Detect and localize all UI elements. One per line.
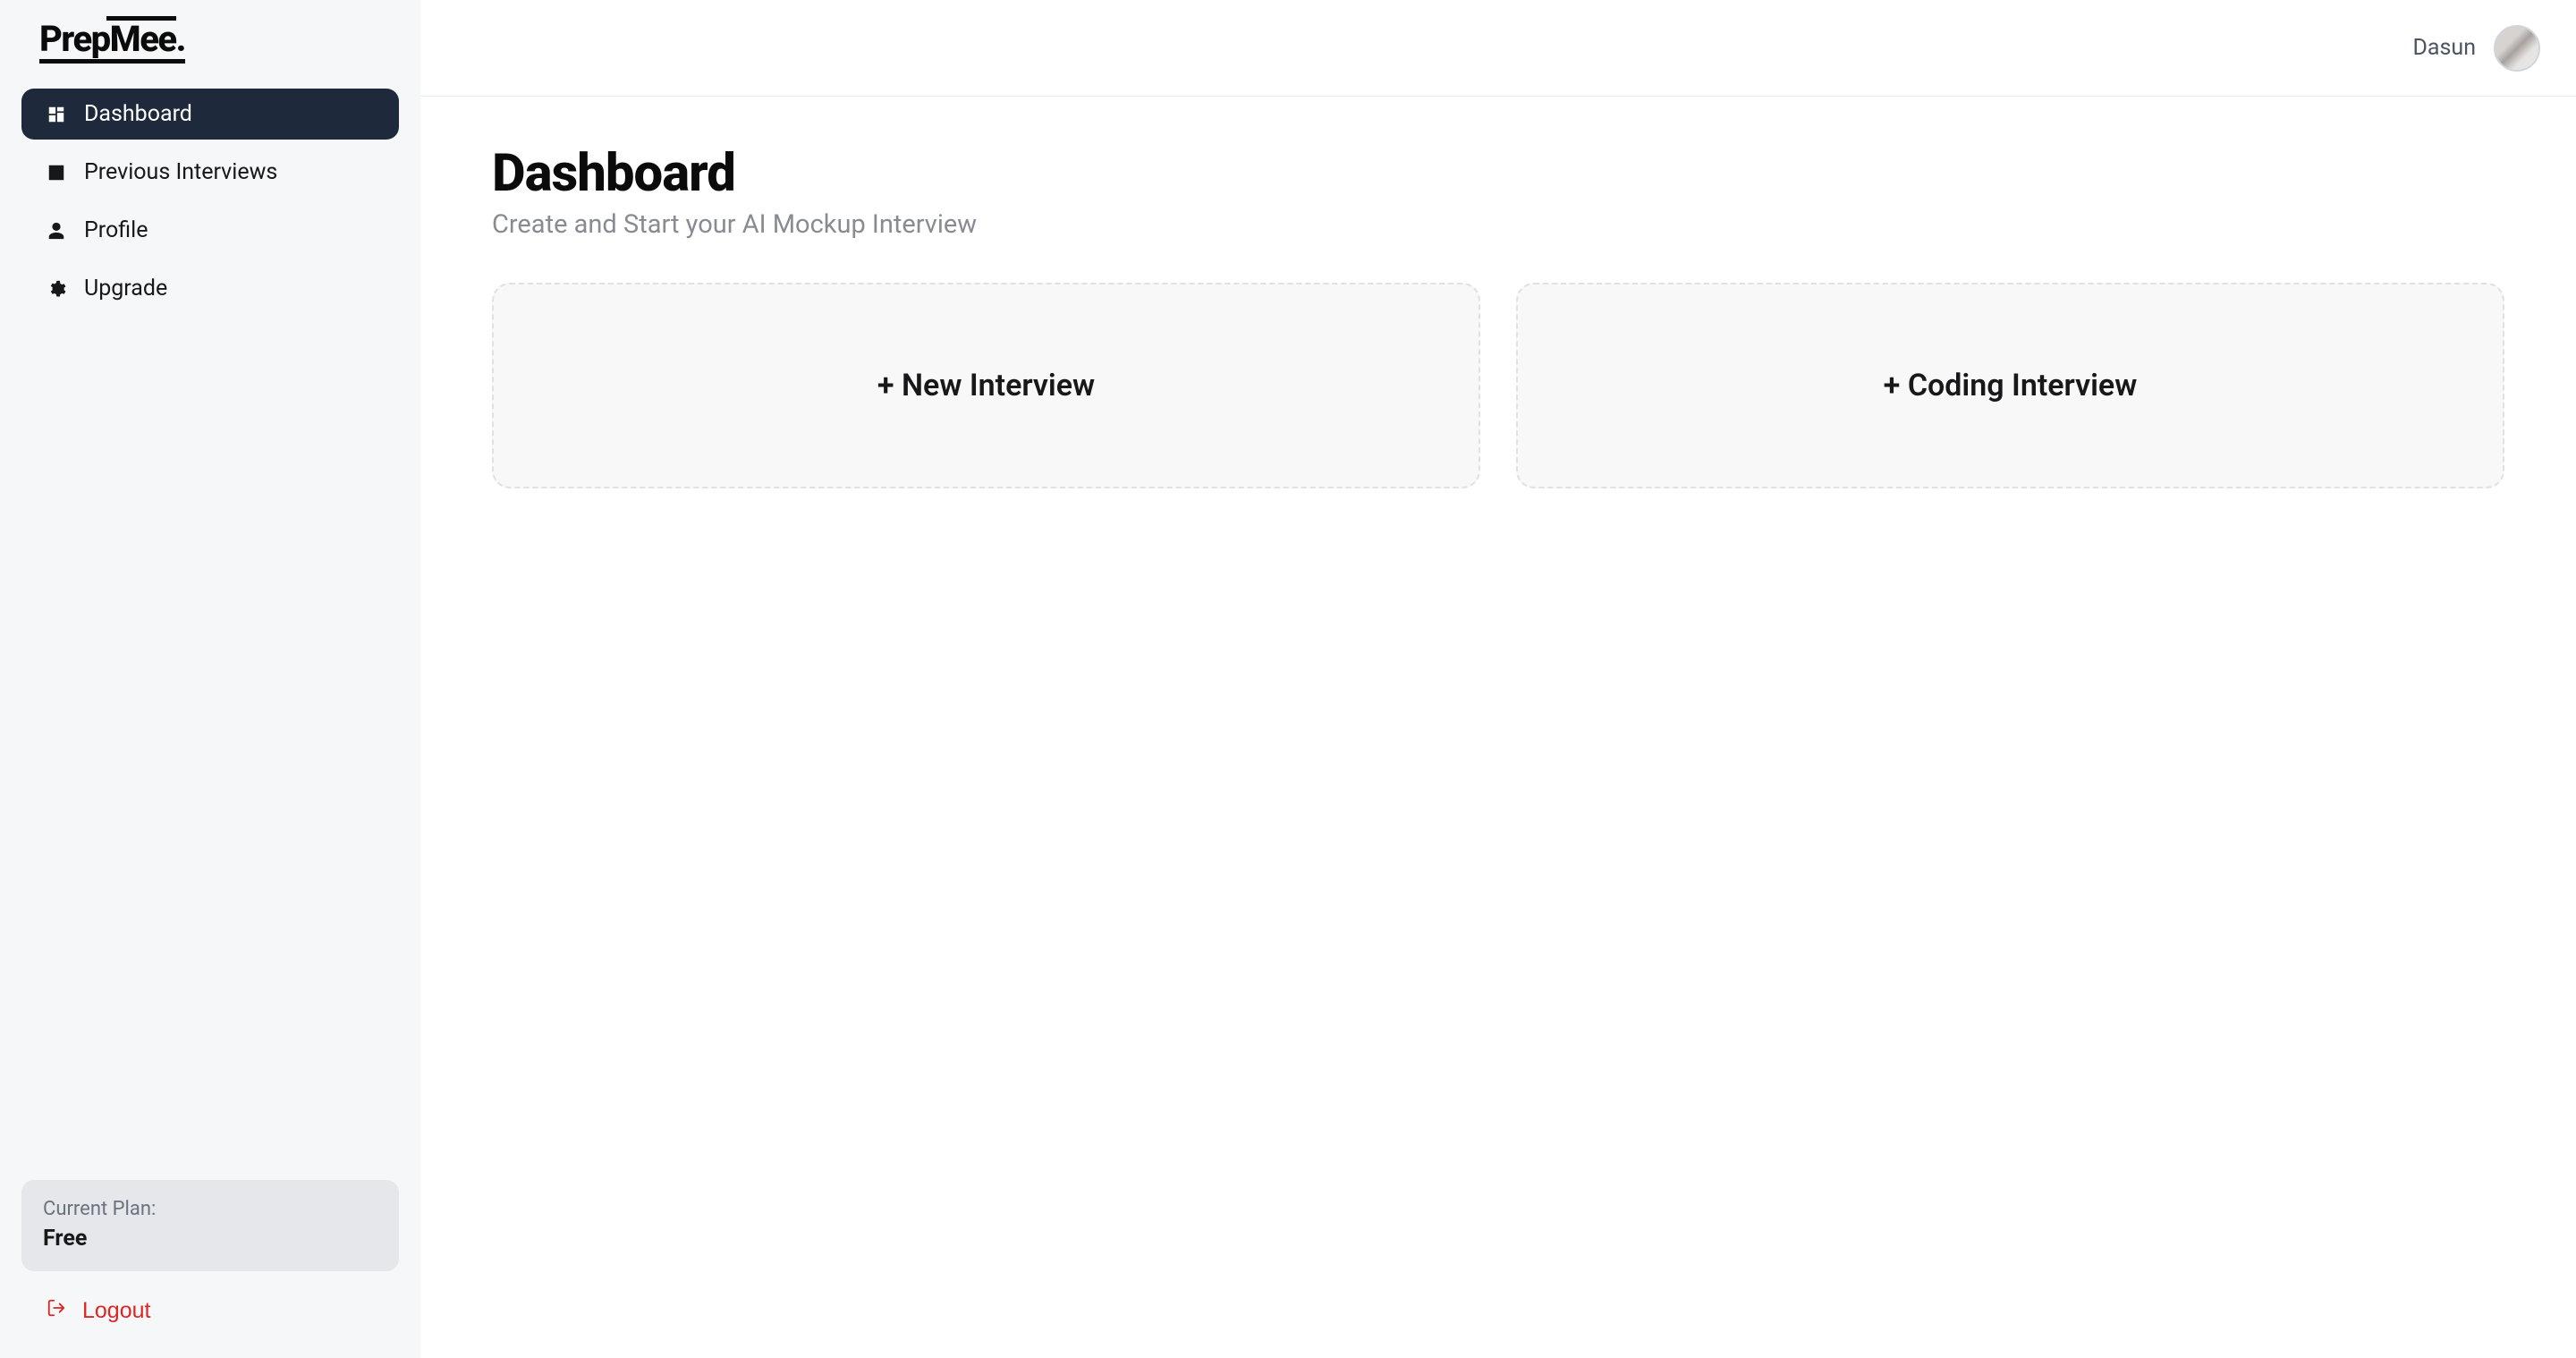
logo[interactable]: PrepMee. bbox=[21, 21, 399, 89]
sidebar-item-previous-interviews[interactable]: Previous Interviews bbox=[21, 147, 399, 198]
topbar: Dasun bbox=[420, 0, 2576, 97]
person-icon bbox=[47, 221, 66, 241]
sidebar-item-profile[interactable]: Profile bbox=[21, 205, 399, 256]
avatar[interactable] bbox=[2494, 25, 2540, 72]
logout-label: Logout bbox=[82, 1298, 150, 1324]
sidebar: PrepMee. Dashboard Previous Interviews bbox=[0, 0, 420, 1358]
dashboard-icon bbox=[47, 105, 66, 124]
nav-list: Dashboard Previous Interviews Profile Up… bbox=[21, 89, 399, 314]
gear-icon bbox=[47, 279, 66, 299]
logout-button[interactable]: Logout bbox=[21, 1286, 399, 1337]
main: Dasun Dashboard Create and Start your AI… bbox=[420, 0, 2576, 1358]
username: Dasun bbox=[2413, 35, 2477, 61]
sidebar-item-label: Profile bbox=[84, 217, 148, 243]
sidebar-item-label: Upgrade bbox=[84, 276, 167, 301]
plan-label: Current Plan: bbox=[43, 1198, 377, 1220]
plan-card: Current Plan: Free bbox=[21, 1180, 399, 1271]
logo-text: PrepMee. bbox=[39, 21, 185, 64]
content: Dashboard Create and Start your AI Mocku… bbox=[420, 97, 2576, 535]
card-grid: + New Interview + Coding Interview bbox=[492, 283, 2504, 488]
plan-value: Free bbox=[43, 1226, 377, 1252]
sidebar-item-label: Previous Interviews bbox=[84, 159, 277, 185]
new-interview-button[interactable]: + New Interview bbox=[492, 283, 1480, 488]
coding-interview-button[interactable]: + Coding Interview bbox=[1516, 283, 2504, 488]
card-label: + Coding Interview bbox=[1884, 368, 2138, 403]
card-label: + New Interview bbox=[877, 368, 1095, 403]
sidebar-item-dashboard[interactable]: Dashboard bbox=[21, 89, 399, 140]
sidebar-item-upgrade[interactable]: Upgrade bbox=[21, 263, 399, 314]
logout-icon bbox=[47, 1298, 66, 1324]
page-title: Dashboard bbox=[492, 143, 2504, 204]
barchart-icon bbox=[47, 163, 66, 182]
sidebar-item-label: Dashboard bbox=[84, 101, 192, 127]
page-subtitle: Create and Start your AI Mockup Intervie… bbox=[492, 209, 2504, 240]
